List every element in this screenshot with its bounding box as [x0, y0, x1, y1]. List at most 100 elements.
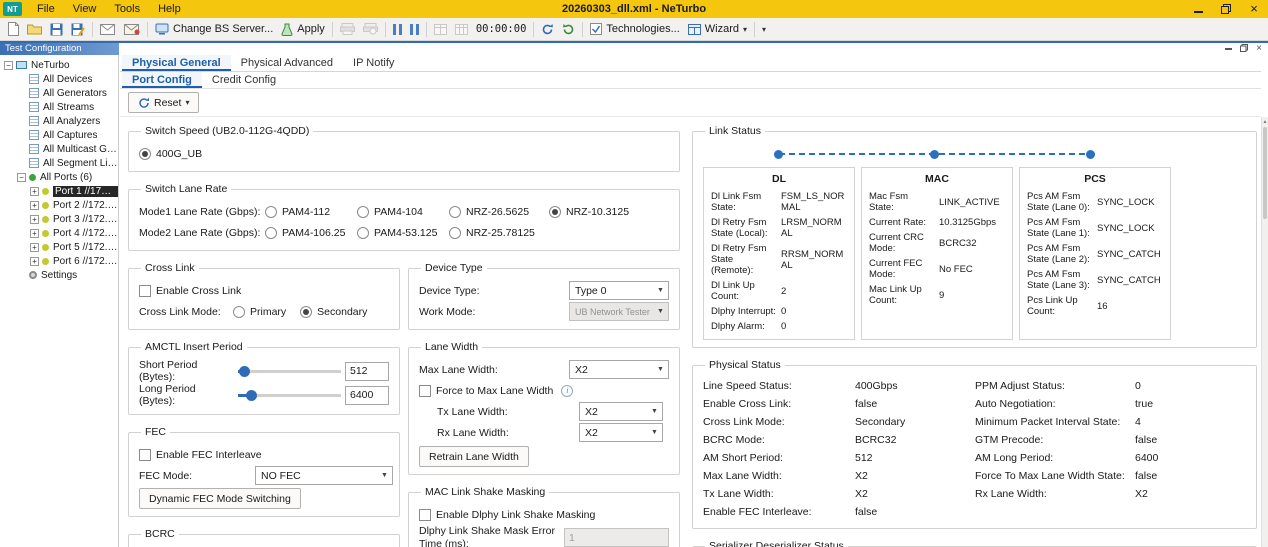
enable-cross-link-checkbox[interactable]: Enable Cross Link	[139, 285, 241, 297]
tab-physical-advanced[interactable]: Physical Advanced	[231, 55, 343, 71]
menu-help[interactable]: Help	[149, 0, 190, 18]
sidebar-item-settings[interactable]: Settings	[0, 268, 118, 282]
switch-speed-group: Switch Speed (UB2.0-112G-4QDD) 400G_UB	[128, 125, 680, 172]
short-period-slider[interactable]	[238, 362, 341, 381]
retrain-lane-width-button[interactable]: Retrain Lane Width	[419, 446, 529, 467]
new-file-button[interactable]	[4, 20, 23, 39]
sidebar-item-port-6-172-16[interactable]: +Port 6 //172.16...	[0, 254, 118, 268]
expand-icon[interactable]: +	[30, 201, 39, 210]
sidebar-item-port-1-172-16[interactable]: +Port 1 //172.16	[0, 184, 118, 198]
sidebar-item-all-devices[interactable]: All Devices	[0, 72, 118, 86]
sidebar-item-all-analyzers[interactable]: All Analyzers	[0, 114, 118, 128]
sidebar-item-all-ports-6[interactable]: −All Ports (6)	[0, 170, 118, 184]
tree-label: Settings	[41, 270, 77, 281]
sidebar-item-port-5-172-16[interactable]: +Port 5 //172.16...	[0, 240, 118, 254]
status-value: true	[1135, 395, 1246, 413]
open-file-button[interactable]	[23, 20, 46, 39]
group-title: Link Status	[705, 125, 765, 137]
sidebar-item-all-streams[interactable]: All Streams	[0, 100, 118, 114]
scroll-thumb[interactable]	[1263, 127, 1267, 219]
scroll-up-arrow[interactable]: ▲	[1262, 117, 1268, 126]
sidebar-item-all-generators[interactable]: All Generators	[0, 86, 118, 100]
expand-icon[interactable]: +	[30, 229, 39, 238]
refresh-button[interactable]	[558, 20, 579, 39]
radio-nrz-25-78125[interactable]: NRZ-25.78125	[449, 227, 545, 239]
restore-button[interactable]	[1212, 0, 1240, 18]
radio-pam4-112[interactable]: PAM4-112	[265, 206, 353, 218]
chevron-down-icon: ▼	[377, 472, 392, 479]
slider-knob[interactable]	[246, 390, 257, 401]
save-as-button[interactable]	[67, 20, 89, 39]
radio-400g-ub[interactable]: 400G_UB	[139, 148, 202, 160]
link-status-panel-pcs: PCSPcs AM Fsm State (Lane 0):SYNC_LOCKPc…	[1019, 167, 1171, 340]
child-restore-button[interactable]	[1240, 43, 1248, 55]
child-close-button[interactable]: ×	[1256, 43, 1262, 55]
status-label: GTM Precode:	[975, 431, 1131, 449]
expand-icon[interactable]: +	[30, 257, 39, 266]
sidebar-item-port-2-172-16[interactable]: +Port 2 //172.16...	[0, 198, 118, 212]
status-value: BCRC32	[939, 238, 1005, 249]
sidebar-item-all-captures[interactable]: All Captures	[0, 128, 118, 142]
menu-file[interactable]: File	[28, 0, 64, 18]
technologies-button[interactable]: Technologies...	[586, 20, 683, 39]
info-icon[interactable]: i	[561, 385, 573, 397]
vertical-scrollbar[interactable]: ▲	[1261, 117, 1268, 547]
enable-dlphy-link-shake-masking-checkbox[interactable]: Enable Dlphy Link Shake Masking	[419, 509, 595, 521]
mail-out-button[interactable]	[96, 20, 120, 39]
rx-lane-width-select[interactable]: X2 ▼	[579, 423, 663, 442]
menu-view[interactable]: View	[64, 0, 106, 18]
radio-nrz-10-3125[interactable]: NRZ-10.3125	[549, 206, 629, 218]
status-value: LRSM_NORMAL	[781, 217, 847, 239]
radio-pam4-104[interactable]: PAM4-104	[357, 206, 445, 218]
mail-in-button[interactable]	[120, 20, 144, 39]
expand-icon[interactable]: +	[30, 215, 39, 224]
child-minimize-button[interactable]	[1225, 48, 1232, 50]
radio-primary[interactable]: Primary	[233, 306, 286, 318]
toolbar-overflow-button[interactable]: ▾	[758, 20, 770, 39]
sidebar-item-port-3-172-16[interactable]: +Port 3 //172.16...	[0, 212, 118, 226]
reset-button[interactable]: Reset ▾	[128, 92, 199, 113]
sidebar-item-all-segment-lists[interactable]: All Segment Lists	[0, 156, 118, 170]
status-value: SYNC_LOCK	[1097, 197, 1163, 208]
long-period-input[interactable]	[345, 386, 389, 405]
pause-selected-button[interactable]	[406, 20, 423, 39]
slider-knob[interactable]	[239, 366, 250, 377]
radio-secondary[interactable]: Secondary	[300, 306, 367, 318]
wizard-button[interactable]: Wizard ▾	[684, 20, 751, 39]
collapse-icon[interactable]: −	[17, 173, 26, 182]
tab-credit-config[interactable]: Credit Config	[202, 72, 286, 88]
sidebar-item-port-4-172-16[interactable]: +Port 4 //172.16...	[0, 226, 118, 240]
tab-physical-general[interactable]: Physical General	[122, 55, 231, 71]
tab-port-config[interactable]: Port Config	[122, 72, 202, 88]
list-icon	[29, 130, 39, 140]
minimize-button[interactable]	[1184, 0, 1212, 18]
collapse-icon[interactable]: −	[4, 61, 13, 70]
dynamic-fec-mode-switching-button[interactable]: Dynamic FEC Mode Switching	[139, 488, 301, 509]
tab-ip-notify[interactable]: IP Notify	[343, 55, 404, 71]
enable-fec-interleave-checkbox[interactable]: Enable FEC Interleave	[139, 449, 262, 461]
max-lane-width-select[interactable]: X2 ▼	[569, 360, 669, 379]
radio-pam4-53-125[interactable]: PAM4-53.125	[357, 227, 445, 239]
save-button[interactable]	[46, 20, 67, 39]
close-button[interactable]: ×	[1240, 0, 1268, 18]
apply-button[interactable]: Apply	[277, 20, 329, 39]
radio-pam4-106-25[interactable]: PAM4-106.25	[265, 227, 353, 239]
selected-value: X2	[585, 406, 598, 418]
pause-all-button[interactable]	[389, 20, 406, 39]
expand-icon[interactable]: +	[30, 243, 39, 252]
link-status-panel-dl: DLDl Link Fsm State:FSM_LS_NORMALDl Retr…	[703, 167, 855, 340]
toolbar-separator	[582, 22, 583, 37]
expand-icon[interactable]: +	[30, 187, 39, 196]
force-max-lane-width-checkbox[interactable]: Force to Max Lane Width	[419, 385, 553, 397]
radio-nrz-26-5625[interactable]: NRZ-26.5625	[449, 206, 545, 218]
menu-tools[interactable]: Tools	[105, 0, 149, 18]
sidebar-item-all-multicast-grou[interactable]: All Multicast Grou...	[0, 142, 118, 156]
tx-lane-width-select[interactable]: X2 ▼	[579, 402, 663, 421]
long-period-slider[interactable]	[238, 386, 341, 405]
fec-mode-select[interactable]: NO FEC ▼	[255, 466, 393, 485]
short-period-input[interactable]	[345, 362, 389, 381]
change-bs-server-button[interactable]: Change BS Server...	[151, 20, 277, 39]
device-type-select[interactable]: Type 0 ▼	[569, 281, 669, 300]
sidebar-item-neturbo[interactable]: −NeTurbo	[0, 58, 118, 72]
restart-button[interactable]	[537, 20, 558, 39]
